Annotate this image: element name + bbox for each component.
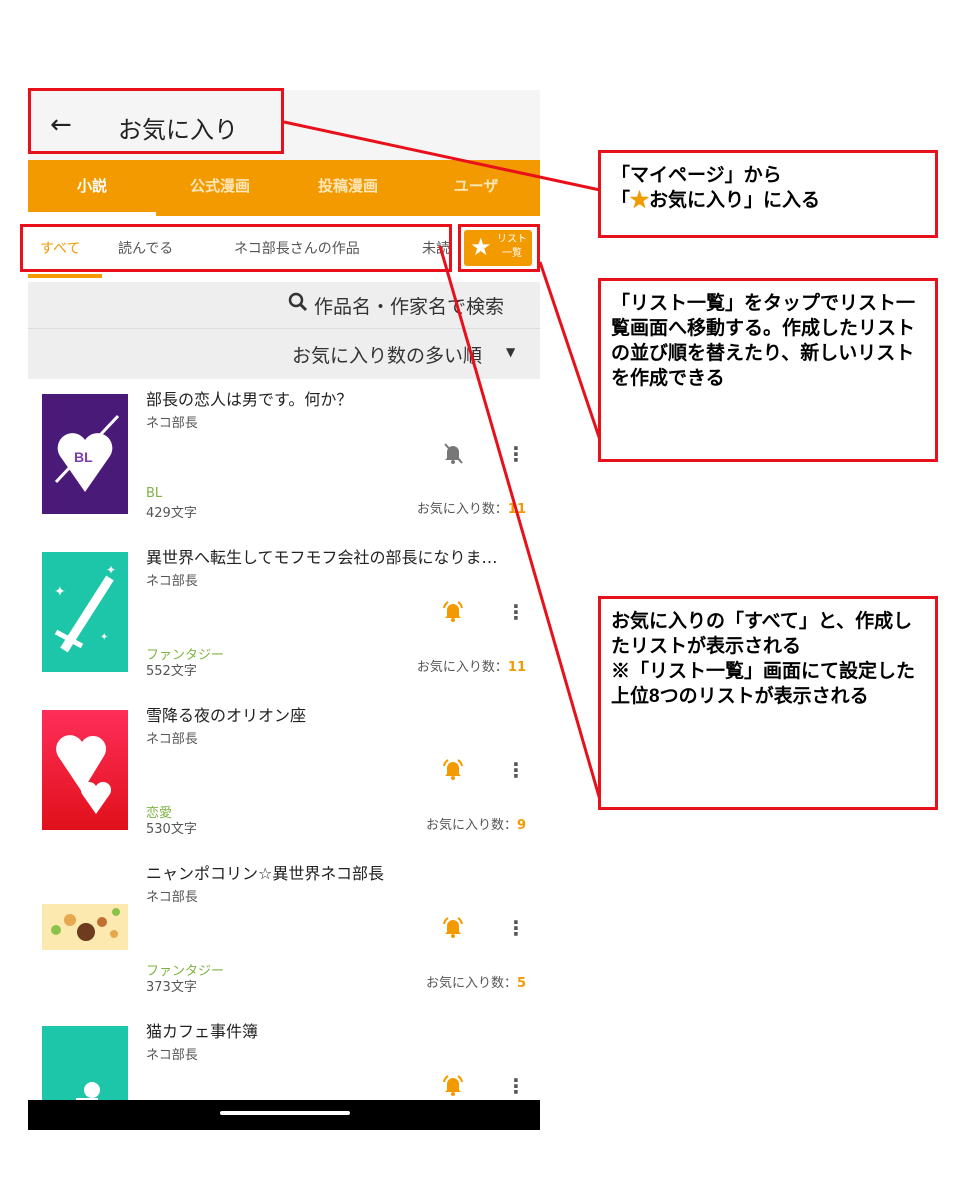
annotation-note-subtabs: お気に入りの「すべて」と、作成したリストが表示される ※「リスト一覧」画面にて設… <box>598 596 938 810</box>
annotation-note-list-button: 「リスト一覧」をタップでリスト一覧画面へ移動する。作成したリストの並び順を替えた… <box>598 278 938 462</box>
annotation-note-mypage: 「マイページ」から 「★お気に入り」に入る <box>598 150 938 238</box>
star-icon: ★ <box>630 190 650 211</box>
